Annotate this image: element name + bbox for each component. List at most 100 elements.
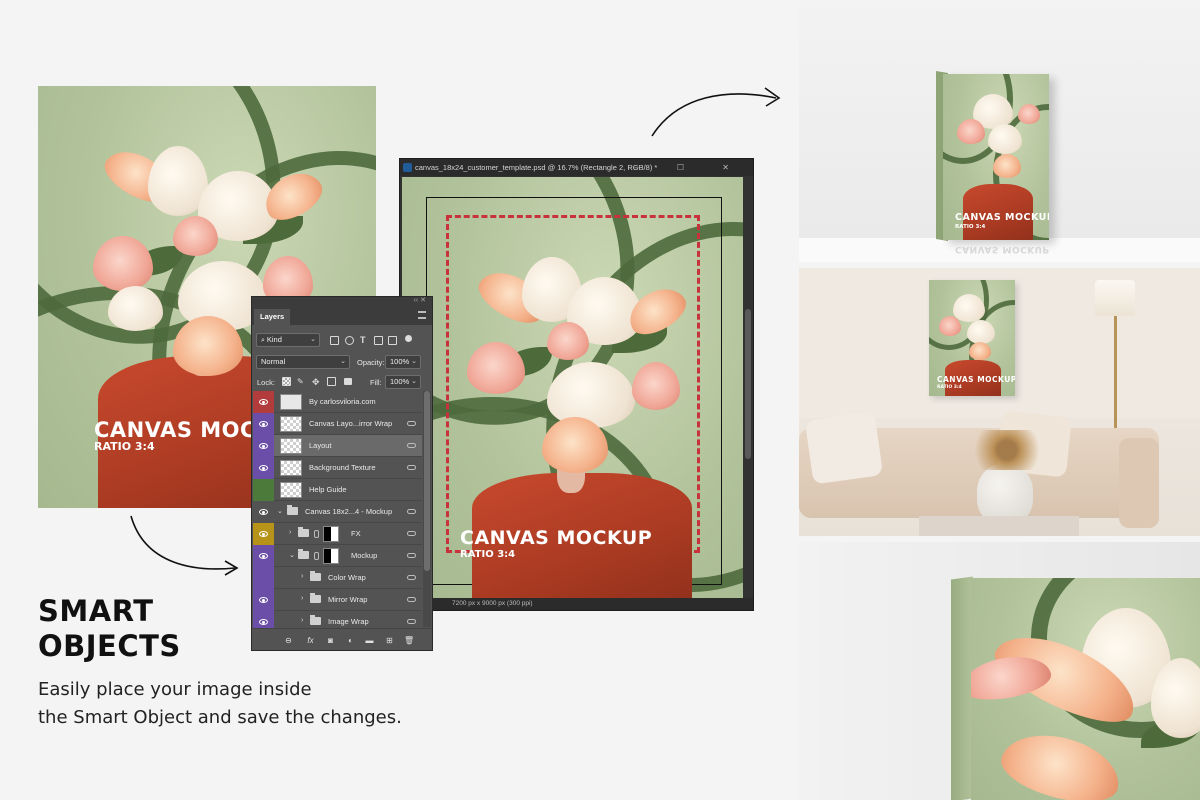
opacity-input[interactable]: 100% ⌄ bbox=[385, 355, 421, 369]
chevron-down-icon[interactable]: ⌄ bbox=[277, 507, 283, 515]
filter-kind-select[interactable]: ⌕ Kind ⌄ bbox=[256, 333, 320, 347]
photoshop-icon bbox=[403, 163, 412, 172]
filter-pixel-icon[interactable] bbox=[330, 336, 339, 345]
link-icon bbox=[407, 465, 416, 470]
eye-icon bbox=[259, 509, 268, 515]
filter-toggle-icon[interactable] bbox=[405, 335, 412, 342]
layers-scrollbar[interactable] bbox=[423, 391, 431, 627]
lock-pixels-icon[interactable] bbox=[282, 377, 291, 386]
vertical-scrollbar[interactable] bbox=[745, 309, 751, 459]
layer-list[interactable]: By carlosviloria.com Canvas Layo...irror… bbox=[253, 391, 422, 633]
filter-kind-value: Kind bbox=[266, 335, 282, 344]
art-title: CANVAS MOCK bbox=[94, 418, 273, 442]
link-icon bbox=[407, 421, 416, 426]
visibility-toggle[interactable] bbox=[253, 457, 274, 479]
panel-controls[interactable]: ‹‹ ✕ bbox=[414, 296, 426, 304]
add-mask-icon[interactable]: ◙ bbox=[326, 636, 335, 645]
lock-position-icon[interactable]: ✥ bbox=[312, 377, 321, 387]
layer-group-row[interactable]: ⌄ Mockup bbox=[253, 545, 422, 567]
opacity-label: Opacity: bbox=[357, 358, 385, 367]
visibility-toggle[interactable] bbox=[253, 435, 274, 457]
window-controls[interactable]: – ☐ ✕ bbox=[634, 159, 747, 176]
layer-row[interactable]: Canvas Layo...irror Wrap bbox=[253, 413, 422, 435]
visibility-toggle[interactable] bbox=[253, 589, 274, 611]
layer-thumbnail bbox=[280, 482, 302, 498]
layer-name: Help Guide bbox=[309, 485, 347, 494]
chevron-right-icon[interactable]: › bbox=[301, 573, 303, 580]
tab-layers[interactable]: Layers bbox=[254, 309, 291, 325]
layer-mask bbox=[323, 526, 339, 542]
leaning-subtitle: RATIO 3:4 bbox=[955, 224, 986, 230]
photo-living-room: CANVAS MOCKUP RATIO 3:4 bbox=[799, 268, 1200, 536]
layer-name: By carlosviloria.com bbox=[309, 397, 376, 406]
description-line1: Easily place your image inside bbox=[38, 679, 312, 700]
chain-icon bbox=[314, 552, 319, 560]
visibility-toggle[interactable] bbox=[253, 391, 274, 413]
visibility-toggle[interactable] bbox=[253, 413, 274, 435]
layer-group-row[interactable]: › Mirror Wrap bbox=[253, 589, 422, 611]
eye-icon bbox=[259, 421, 268, 427]
panel-header: ‹‹ ✕ bbox=[252, 297, 432, 307]
chevron-right-icon[interactable]: › bbox=[301, 617, 303, 624]
layer-group-row[interactable]: › FX bbox=[253, 523, 422, 545]
lock-artboard-icon[interactable] bbox=[327, 377, 336, 386]
filter-adjustment-icon[interactable] bbox=[345, 336, 354, 345]
headline: SMART OBJECTS bbox=[38, 594, 181, 664]
wall-canvas-title: CANVAS MOCKUP bbox=[937, 375, 1015, 384]
filter-smart-object-icon[interactable] bbox=[388, 336, 397, 345]
layer-thumbnail bbox=[280, 416, 302, 432]
description-line2: the Smart Object and save the changes. bbox=[38, 707, 402, 728]
visibility-toggle[interactable] bbox=[253, 523, 274, 545]
filter-shape-icon[interactable] bbox=[374, 336, 383, 345]
layer-group-row[interactable]: ⌄ Canvas 18x2...4 - Mockup bbox=[253, 501, 422, 523]
eye-icon bbox=[259, 597, 268, 603]
trash-icon[interactable]: 🗑 bbox=[404, 636, 414, 645]
document-status: 7200 px x 9000 px (300 ppi) bbox=[400, 598, 753, 610]
folder-icon bbox=[310, 615, 321, 625]
link-layers-icon[interactable]: ⊖ bbox=[284, 636, 293, 645]
layer-row[interactable]: By carlosviloria.com bbox=[253, 391, 422, 413]
layer-row[interactable]: Background Texture bbox=[253, 457, 422, 479]
arrow-curve-top-icon bbox=[651, 87, 781, 137]
document-titlebar[interactable]: canvas_18x24_customer_template.psd @ 16.… bbox=[400, 159, 753, 176]
chevron-right-icon[interactable]: › bbox=[289, 529, 291, 536]
visibility-toggle[interactable] bbox=[253, 501, 274, 523]
fx-icon[interactable]: fx bbox=[306, 636, 315, 645]
document-canvas[interactable]: CANVAS MOCKUP RATIO 3:4 bbox=[402, 177, 743, 599]
fill-input[interactable]: 100% ⌄ bbox=[385, 375, 421, 389]
layer-name: Mirror Wrap bbox=[328, 595, 368, 604]
layer-group-row[interactable]: › Color Wrap bbox=[253, 567, 422, 589]
layer-row[interactable]: Help Guide bbox=[253, 479, 422, 501]
panel-menu-icon[interactable] bbox=[418, 311, 426, 319]
reflection-title: CANVAS MOCKUP bbox=[955, 244, 1050, 254]
adjustment-layer-icon[interactable]: ◐ bbox=[346, 636, 355, 645]
link-icon bbox=[407, 531, 416, 536]
document-window[interactable]: canvas_18x24_customer_template.psd @ 16.… bbox=[399, 158, 754, 611]
blend-mode-value: Normal bbox=[261, 357, 286, 366]
fill-label: Fill: bbox=[370, 378, 382, 387]
blend-mode-select[interactable]: Normal ⌄ bbox=[256, 355, 350, 369]
wall-canvas: CANVAS MOCKUP RATIO 3:4 bbox=[929, 280, 1015, 396]
floor-lamp bbox=[1095, 280, 1135, 316]
closeup-canvas bbox=[971, 578, 1200, 800]
layer-thumbnail bbox=[280, 460, 302, 476]
folder-icon bbox=[298, 527, 309, 537]
lock-all-icon[interactable] bbox=[344, 378, 352, 385]
chevron-down-icon[interactable]: ⌄ bbox=[289, 551, 295, 559]
layer-row-selected[interactable]: Layout bbox=[253, 435, 422, 457]
lock-label: Lock: bbox=[257, 378, 275, 387]
leaning-title: CANVAS MOCKUP bbox=[955, 212, 1049, 223]
visibility-toggle[interactable] bbox=[253, 567, 274, 589]
visibility-toggle[interactable] bbox=[253, 479, 274, 501]
chevron-right-icon[interactable]: › bbox=[301, 595, 303, 602]
eye-icon bbox=[259, 619, 268, 625]
lock-brush-icon[interactable]: ✎ bbox=[297, 377, 306, 386]
layer-name: FX bbox=[351, 529, 361, 538]
new-group-icon[interactable]: ▬ bbox=[365, 636, 374, 645]
visibility-toggle[interactable] bbox=[253, 545, 274, 567]
layers-panel[interactable]: ‹‹ ✕ Layers ⌕ Kind ⌄ T Normal ⌄ Opacity: 1… bbox=[251, 296, 433, 651]
new-layer-icon[interactable]: ⊞ bbox=[385, 636, 394, 645]
filter-type-icon[interactable]: T bbox=[360, 336, 369, 345]
link-icon bbox=[407, 509, 416, 514]
document-title: canvas_18x24_customer_template.psd @ 16.… bbox=[415, 163, 658, 172]
